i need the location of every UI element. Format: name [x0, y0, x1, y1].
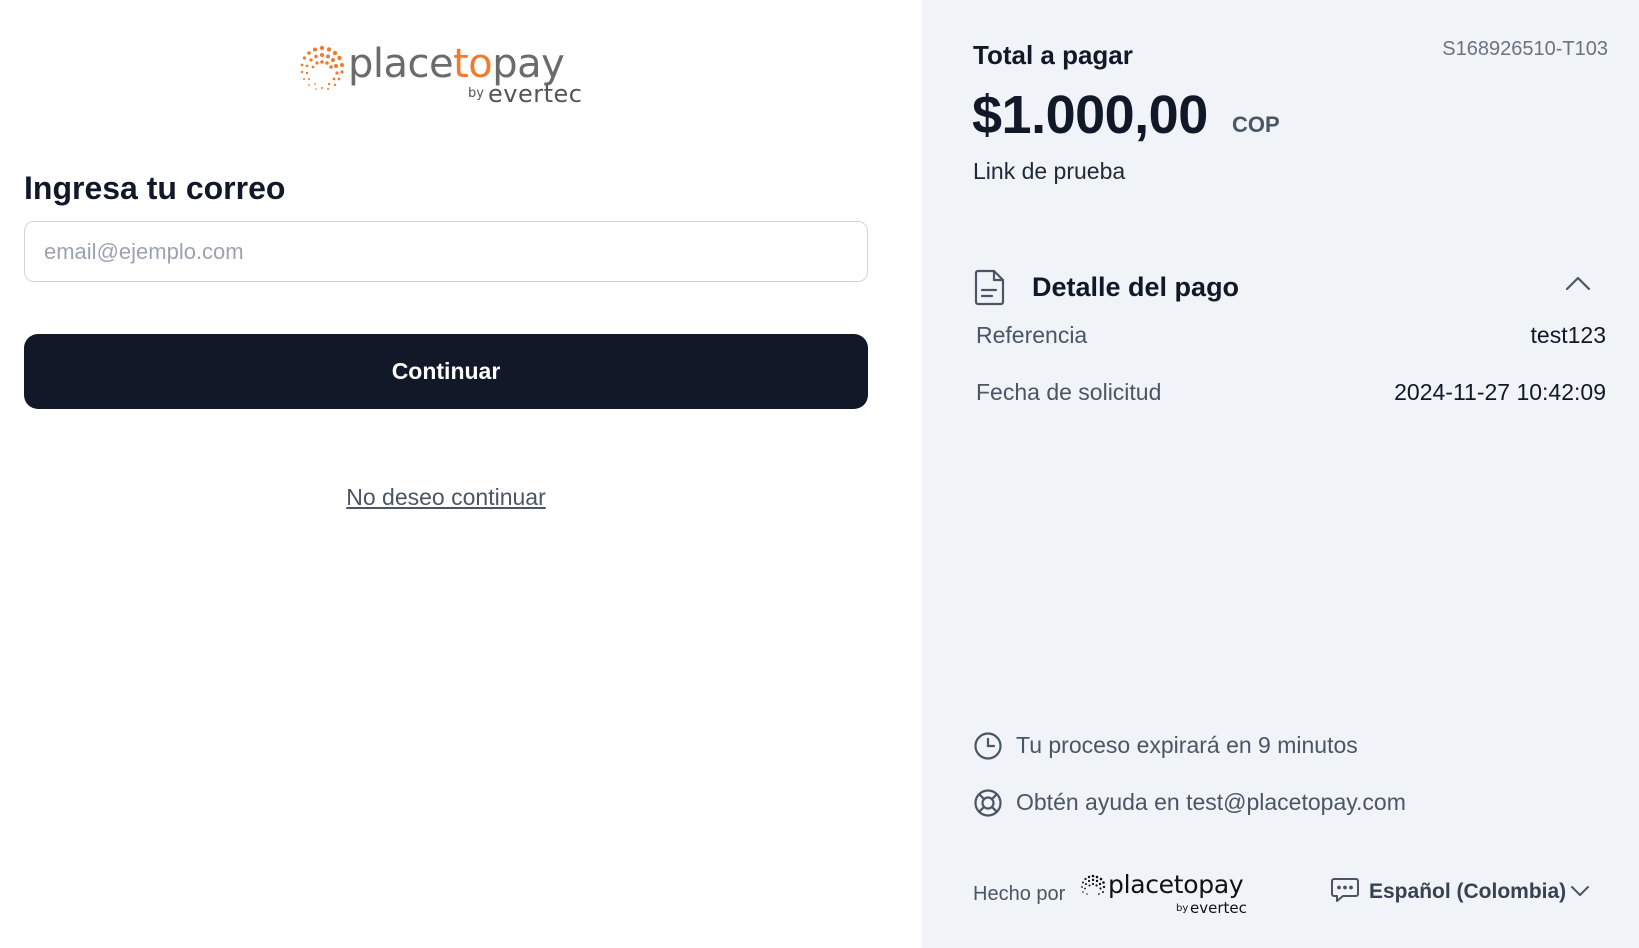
payment-summary-panel: Total a pagar S168926510-T103 $1.000,00 … [922, 0, 1639, 948]
language-label: Español (Colombia) [1369, 880, 1567, 903]
request-date-label: Fecha de solicitud [976, 379, 1162, 405]
order-id: S168926510-T103 [1442, 38, 1608, 60]
chat-icon [1331, 878, 1359, 902]
language-selector[interactable]: Español (Colombia) [1330, 874, 1600, 908]
payment-detail-toggle[interactable]: Detalle del pago [973, 268, 1603, 308]
expiration-notice: Tu proceso expirará en 9 minutos [973, 731, 1613, 761]
amount: $1.000,00 [972, 85, 1208, 145]
help-notice: Obtén ayuda en test@placetopay.com [973, 788, 1613, 818]
payment-detail-title: Detalle del pago [1032, 272, 1240, 302]
footer-logo-by: by [1176, 903, 1189, 914]
email-input[interactable] [24, 221, 868, 282]
placetopay-dots-icon [300, 45, 344, 90]
request-date-value: 2024-11-27 10:42:09 [1394, 379, 1606, 405]
expiration-text: Tu proceso expirará en 9 minutos [1016, 732, 1358, 758]
made-by-label: Hecho por [973, 883, 1066, 905]
footer-placetopay-logo: placetopay by evertec [1080, 870, 1260, 920]
logo-by: by [468, 86, 484, 101]
logo-evertec: evertec [488, 80, 583, 108]
payment-description: Link de prueba [973, 158, 1126, 184]
cancel-link[interactable]: No deseo continuar [0, 484, 892, 511]
chevron-up-icon[interactable] [1565, 274, 1591, 294]
currency: COP [1232, 112, 1280, 137]
continue-button[interactable]: Continuar [24, 334, 868, 409]
footer-logo-wordmark: placetopay [1108, 870, 1244, 899]
chevron-down-icon [1571, 886, 1589, 896]
clock-icon [974, 732, 1002, 760]
reference-value: test123 [1530, 322, 1606, 348]
lifebuoy-icon [974, 789, 1002, 817]
total-label: Total a pagar [973, 40, 1133, 70]
help-text[interactable]: Obtén ayuda en test@placetopay.com [1016, 789, 1406, 816]
email-form-panel: placetopay by evertec Ingresa tu correo … [0, 0, 922, 948]
placetopay-logo: placetopay by evertec [298, 40, 598, 114]
email-heading: Ingresa tu correo [24, 170, 286, 206]
footer-logo-dots-icon [1081, 874, 1106, 895]
document-icon [974, 269, 1005, 306]
reference-label: Referencia [976, 322, 1088, 348]
footer-logo-evertec: evertec [1190, 899, 1247, 917]
